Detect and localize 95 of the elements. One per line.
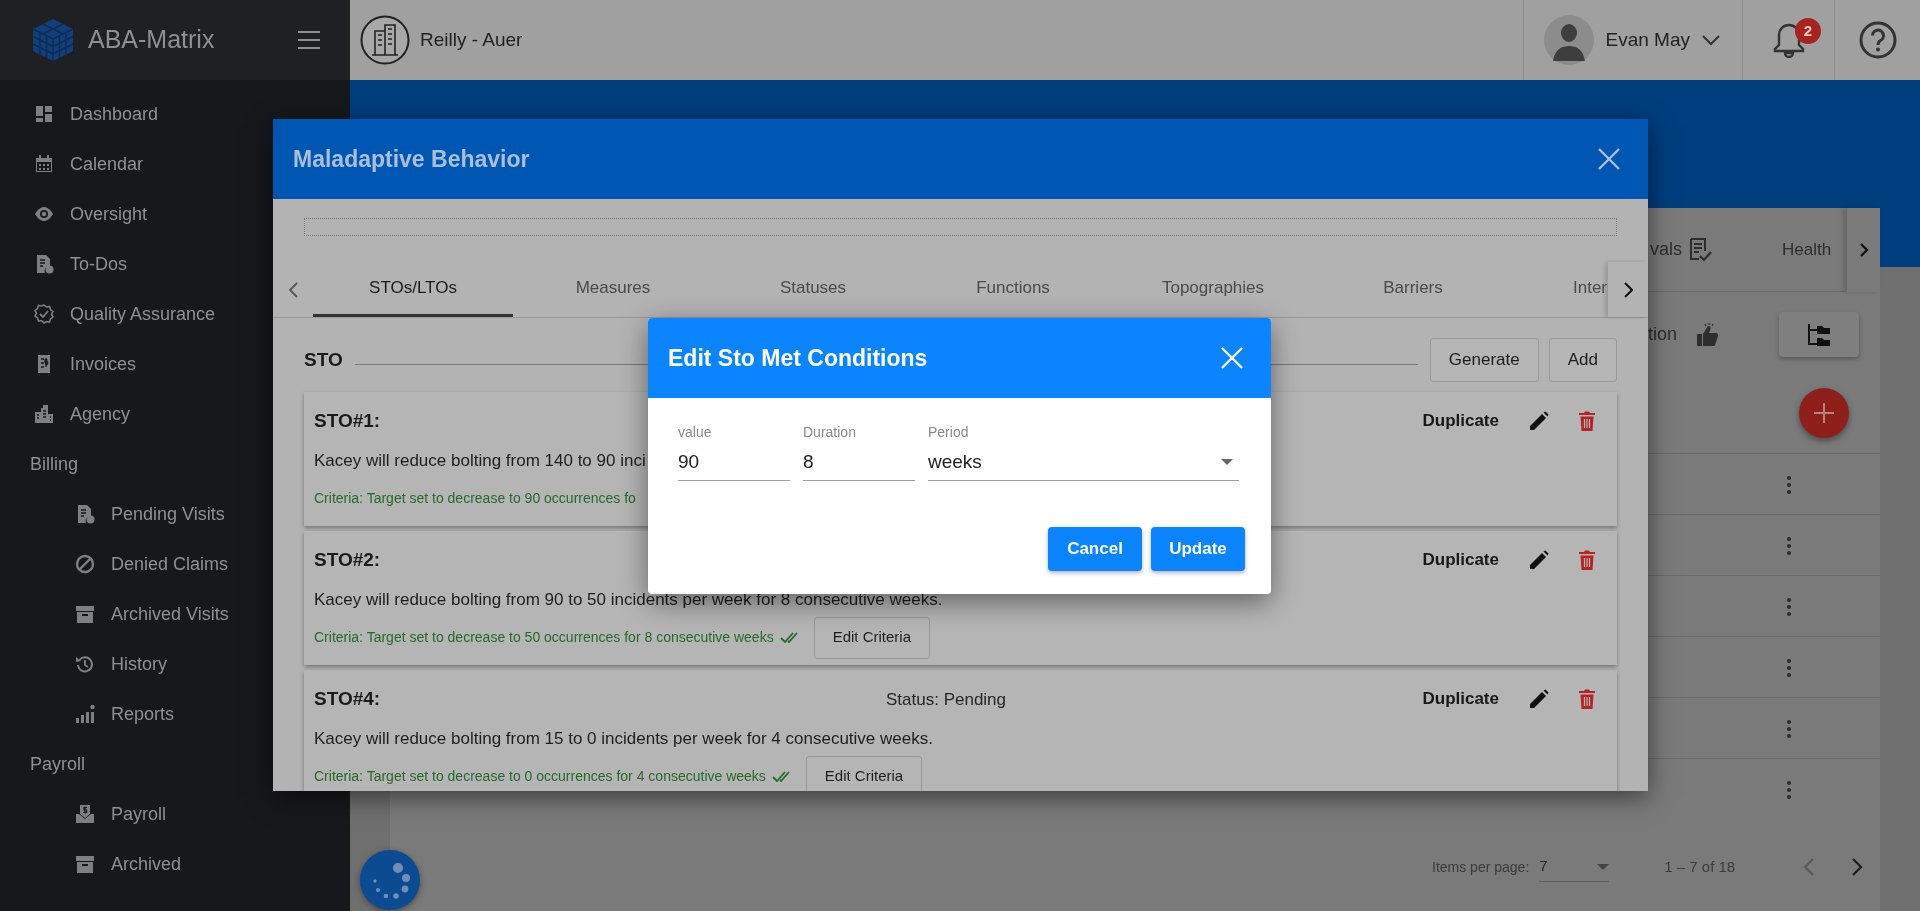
document-clock-icon xyxy=(75,504,95,524)
trash-icon[interactable] xyxy=(1579,550,1595,570)
tab[interactable]: Statuses xyxy=(713,262,913,317)
input-field[interactable]: value 90 xyxy=(678,422,790,481)
prohibited-icon xyxy=(75,554,95,574)
app-name: ABA-Matrix xyxy=(88,24,216,56)
more-options-icon[interactable] xyxy=(1787,597,1791,617)
tab[interactable]: Topographies xyxy=(1113,262,1313,317)
chevron-down-icon[interactable] xyxy=(1702,34,1720,46)
more-options-icon[interactable] xyxy=(1787,658,1791,678)
edit-criteria-button[interactable]: Edit Criteria xyxy=(805,755,923,791)
sidebar-item[interactable]: Payroll xyxy=(0,789,350,839)
pencil-icon[interactable] xyxy=(1529,411,1549,431)
tab-scroll-button[interactable] xyxy=(1846,207,1880,292)
dialog-title: Edit Sto Met Conditions xyxy=(668,343,928,373)
history-icon xyxy=(75,654,95,674)
document-check-icon xyxy=(34,254,54,274)
user-name[interactable]: Evan May xyxy=(1605,25,1690,55)
tab[interactable]: Inter xyxy=(1513,262,1608,317)
cancel-button[interactable]: Cancel xyxy=(1048,526,1142,571)
double-check-icon xyxy=(779,632,798,643)
more-options-icon[interactable] xyxy=(1787,719,1791,739)
chevron-right-icon xyxy=(1858,241,1869,258)
sidebar-section-title: Billing xyxy=(30,452,79,476)
duplicate-button[interactable]: Duplicate xyxy=(1422,547,1499,573)
items-per-page-select[interactable]: 7 xyxy=(1539,852,1610,882)
generate-button[interactable]: Generate xyxy=(1429,338,1539,382)
archive-icon xyxy=(75,854,95,874)
dropdown-arrow-icon xyxy=(1221,459,1233,466)
sto-description: Kacey will reduce bolting from 15 to 0 incidents per week for 4 consecutive weeks. xyxy=(314,728,933,750)
tab[interactable]: Functions xyxy=(913,262,1113,317)
more-options-icon[interactable] xyxy=(1787,780,1791,800)
trash-icon[interactable] xyxy=(1579,411,1595,431)
tab[interactable]: Barriers xyxy=(1313,262,1513,317)
sidebar-item[interactable]: Oversight xyxy=(0,189,350,239)
sto-title: STO#2: xyxy=(314,547,381,572)
sidebar-section-title: Payroll xyxy=(30,752,86,776)
archive-icon xyxy=(75,604,95,624)
criteria-text: Criteria: Target set to decrease to 50 occurrences for 8 consecutive weeks xyxy=(314,628,774,647)
add-button[interactable]: Add xyxy=(1548,338,1617,382)
notification-badge: 2 xyxy=(1795,18,1821,44)
section-label: tion xyxy=(1648,323,1678,346)
cube-logo-icon xyxy=(30,17,76,63)
input-field[interactable]: Duration 8 xyxy=(803,422,915,481)
grid-icon xyxy=(34,104,54,124)
tab[interactable]: STOs/LTOs xyxy=(313,262,513,317)
criteria-text: Criteria: Target set to decrease to 0 occurrences for 4 consecutive weeks xyxy=(314,767,766,786)
tab[interactable]: Health xyxy=(1782,236,1832,263)
calendar-icon xyxy=(34,154,54,174)
select-field[interactable]: Period weeks xyxy=(928,422,1239,481)
pencil-icon[interactable] xyxy=(1529,550,1549,570)
section-title: STO xyxy=(304,347,343,372)
edit-criteria-button[interactable]: Edit Criteria xyxy=(813,616,930,659)
avatar-icon[interactable] xyxy=(1543,15,1594,65)
bell-icon[interactable] xyxy=(1772,22,1805,58)
sidebar-item[interactable]: Dashboard xyxy=(0,89,350,139)
double-check-icon xyxy=(771,771,790,782)
building-logo-icon xyxy=(360,15,410,65)
tab[interactable]: vals xyxy=(1648,236,1682,263)
sto-status: Status: Pending xyxy=(886,689,1007,711)
update-button[interactable]: Update xyxy=(1151,526,1245,571)
trash-icon[interactable] xyxy=(1579,689,1595,709)
tray-dollar-icon xyxy=(75,804,95,824)
help-icon[interactable] xyxy=(1858,21,1897,59)
hierarchy-button[interactable] xyxy=(1779,312,1860,357)
pencil-icon[interactable] xyxy=(1529,689,1549,709)
sidebar-item[interactable]: Archived xyxy=(0,839,350,889)
dropdown-arrow-icon xyxy=(1597,863,1610,870)
eye-icon xyxy=(34,204,54,224)
loader-button[interactable] xyxy=(360,850,420,910)
badge-icon xyxy=(34,304,54,324)
thumbs-up-icon xyxy=(1695,321,1720,348)
plus-icon xyxy=(1813,402,1835,424)
chevron-right-icon xyxy=(1623,281,1633,298)
tab[interactable]: Measures xyxy=(513,262,713,317)
sto-title: STO#4: xyxy=(314,686,381,711)
close-icon[interactable] xyxy=(1598,148,1620,170)
criteria-text: Criteria: Target set to decrease to 90 occurrences fo xyxy=(314,489,636,508)
modal-title: Maladaptive Behavior xyxy=(293,144,530,174)
more-options-icon[interactable] xyxy=(1787,536,1791,556)
menu-icon[interactable] xyxy=(298,31,320,49)
items-per-page-label: Items per page: xyxy=(1432,857,1530,877)
duplicate-button[interactable]: Duplicate xyxy=(1422,686,1499,712)
folder-tree-icon xyxy=(1806,322,1833,347)
checklist-icon xyxy=(1688,236,1712,263)
next-page-icon[interactable] xyxy=(1851,857,1864,877)
more-options-icon[interactable] xyxy=(1787,475,1791,495)
bar-chart-icon xyxy=(75,704,95,724)
sto-title: STO#1: xyxy=(314,408,381,433)
duplicate-button[interactable]: Duplicate xyxy=(1422,408,1499,434)
page-range: 1 – 7 of 18 xyxy=(1664,856,1736,877)
organization-name: Reilly - Auer xyxy=(420,27,523,52)
sto-description: Kacey will reduce bolting from 140 to 90 inci xyxy=(314,450,646,472)
chevron-left-icon xyxy=(288,281,298,298)
buildings-icon xyxy=(34,404,54,424)
